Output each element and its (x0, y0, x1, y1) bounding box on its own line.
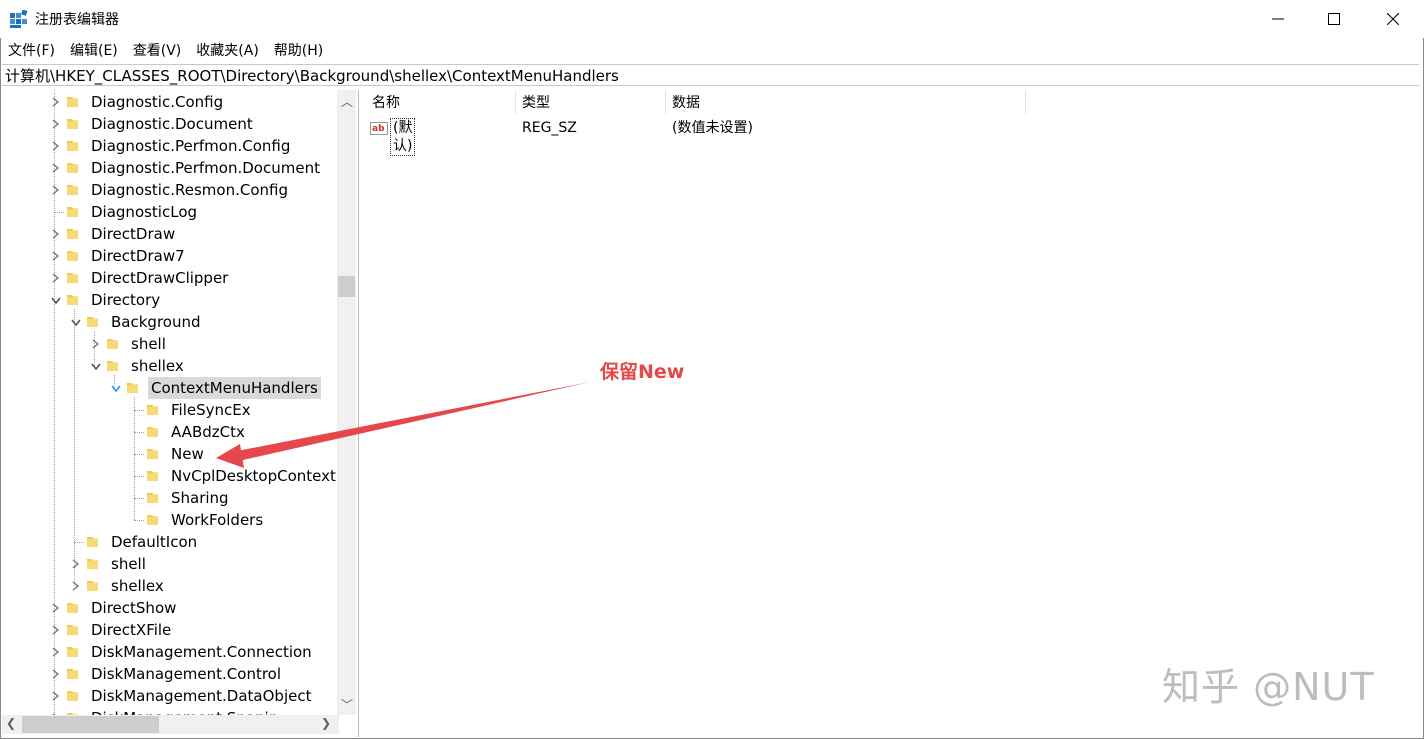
annotation-label: 保留New (600, 361, 685, 383)
annotation-arrow (216, 382, 590, 468)
annotation-arrow-head (216, 444, 244, 468)
watermark: 知乎 @NUT (1162, 665, 1375, 709)
annotation-arrow-shaft (232, 382, 590, 462)
